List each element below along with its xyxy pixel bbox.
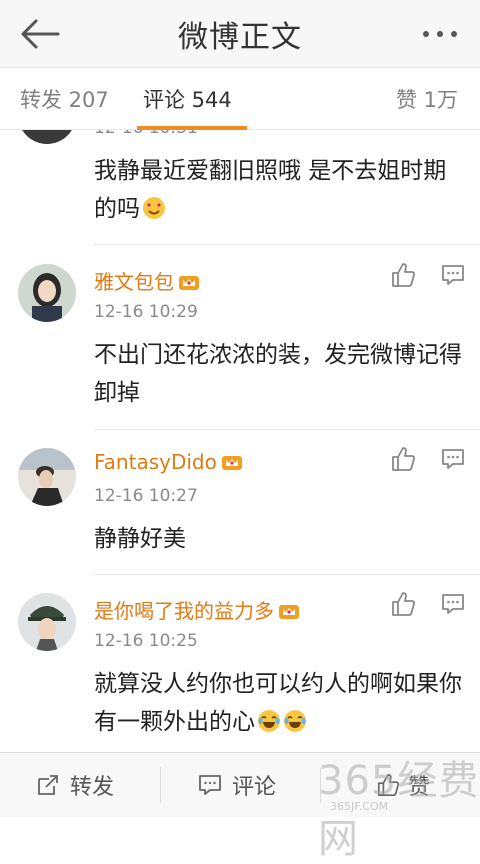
like-thumb-icon[interactable] (390, 591, 416, 617)
comment-author[interactable]: 是你喝了我的益力多 (94, 595, 300, 624)
reply-comment-icon[interactable] (440, 262, 466, 288)
author-name: 是你喝了我的益力多 (94, 599, 274, 623)
comment-list[interactable]: 12-16 10:31 我静最近爱翻旧照哦 是不去姐时期的吗 雅文包包 12-1… (0, 130, 480, 750)
comment-text: 我静最近爱翻旧照哦 是不去姐时期的吗 (94, 152, 464, 232)
top-navigation-bar: 微博正文 (0, 0, 480, 68)
divider (160, 767, 161, 803)
like-thumb-icon[interactable] (390, 262, 416, 288)
author-name: 雅文包包 (94, 270, 174, 294)
reply-comment-icon[interactable] (440, 591, 466, 617)
repost-label: 转发 (70, 775, 115, 800)
laughing-tears-emoji-icon (257, 707, 281, 745)
heart-eyes-emoji-icon (142, 194, 166, 232)
post-tabs: 转发 207 评论 544 赞 1万 (0, 68, 480, 130)
comment-button[interactable]: 评论 (192, 753, 302, 817)
avatar[interactable] (18, 593, 76, 651)
divider (320, 767, 321, 803)
comment-text: 静静好美 (94, 526, 186, 552)
comment-icon (198, 773, 222, 801)
avatar[interactable] (18, 130, 76, 144)
tab-comments[interactable]: 评论 544 (143, 84, 232, 114)
comment-text: 不出门还花浓浓的装，发完微博记得卸掉 (94, 342, 462, 406)
repost-icon (36, 773, 60, 801)
page-title: 微博正文 (178, 20, 302, 55)
comment-author[interactable]: 雅文包包 (94, 266, 200, 295)
avatar[interactable] (18, 448, 76, 506)
laughing-tears-emoji-icon (283, 707, 307, 745)
comment-time: 12-16 10:29 (94, 302, 198, 322)
comment-author[interactable]: FantasyDido (94, 450, 243, 474)
comment-label: 评论 (232, 775, 277, 800)
more-dots-icon[interactable] (420, 20, 460, 48)
reply-comment-icon[interactable] (440, 446, 466, 472)
repost-button[interactable]: 转发 (30, 753, 140, 817)
comment-time: 12-16 10:25 (94, 631, 198, 651)
comment-text: 就算没人约你也可以约人的啊如果你有一颗外出的心 (94, 665, 464, 745)
comment-time: 12-16 10:31 (94, 130, 198, 138)
divider (94, 429, 480, 430)
author-name: FantasyDido (94, 450, 217, 474)
comment-time: 12-16 10:27 (94, 486, 198, 506)
like-thumb-icon (376, 773, 400, 801)
avatar[interactable] (18, 264, 76, 322)
vip-crown-icon (278, 601, 300, 619)
like-thumb-icon[interactable] (390, 446, 416, 472)
divider (94, 244, 480, 245)
bottom-action-bar: 转发 评论 赞 (0, 752, 480, 817)
vip-crown-icon (221, 452, 243, 470)
divider (94, 574, 480, 575)
like-label: 赞 (408, 775, 431, 800)
tab-repost[interactable]: 转发 207 (20, 84, 109, 114)
vip-crown-icon (178, 272, 200, 290)
tab-likes[interactable]: 赞 1万 (396, 84, 458, 114)
like-button[interactable]: 赞 (370, 753, 460, 817)
